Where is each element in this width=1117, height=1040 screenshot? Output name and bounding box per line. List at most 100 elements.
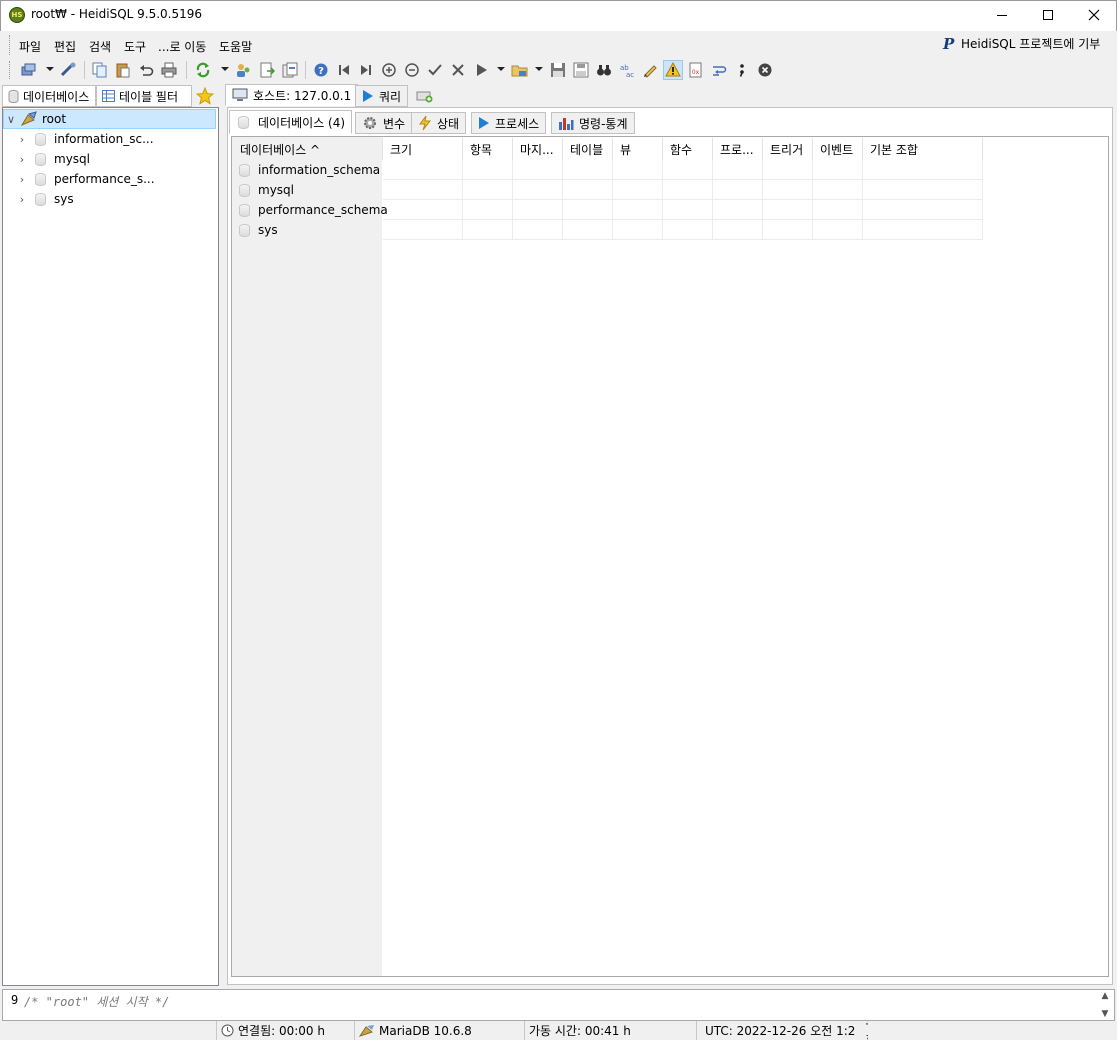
grid-cell[interactable] xyxy=(383,180,463,200)
grid-cell[interactable] xyxy=(563,220,613,240)
expand-chevron-icon[interactable]: › xyxy=(15,133,29,146)
replace-icon[interactable]: ab ac xyxy=(617,60,637,80)
new-query-tab-icon[interactable] xyxy=(415,86,435,106)
close-button[interactable] xyxy=(1071,0,1117,30)
grid-cell[interactable] xyxy=(763,180,813,200)
connect-dropdown-arrow[interactable] xyxy=(46,67,54,71)
print-icon[interactable] xyxy=(159,60,179,80)
run-dropdown-arrow[interactable] xyxy=(497,67,505,71)
grid-cell[interactable] xyxy=(813,200,863,220)
grid-cell[interactable] xyxy=(763,160,813,180)
refresh-icon[interactable] xyxy=(193,60,213,80)
grid-cell[interactable] xyxy=(383,200,463,220)
grid-cell[interactable] xyxy=(863,180,983,200)
tree-item-database[interactable]: › performance_s... xyxy=(15,169,155,189)
connect-icon[interactable] xyxy=(19,60,39,80)
grid-cell[interactable] xyxy=(613,180,663,200)
tab-table-filter[interactable]: 테이블 필터 xyxy=(96,85,192,107)
tab-databases[interactable]: 데이터베이스 (4) xyxy=(229,110,353,134)
last-record-icon[interactable] xyxy=(356,60,376,80)
grid-cell[interactable] xyxy=(383,220,463,240)
help-icon[interactable]: ? xyxy=(311,60,331,80)
database-tree[interactable] xyxy=(2,107,219,986)
column-header-items[interactable]: 항목 xyxy=(463,138,513,160)
grid-cell[interactable] xyxy=(663,200,713,220)
menu-search[interactable]: 검색 xyxy=(89,38,111,55)
grid-cell[interactable] xyxy=(813,160,863,180)
wrap-icon[interactable] xyxy=(709,60,729,80)
favorites-star-icon[interactable] xyxy=(195,86,215,106)
column-header-database[interactable]: 데이터베이스 ^ xyxy=(233,138,383,160)
grid-cell[interactable] xyxy=(463,200,513,220)
refresh-dropdown-arrow[interactable] xyxy=(221,67,229,71)
grid-row-database[interactable]: mysql xyxy=(233,180,294,200)
apply-icon[interactable] xyxy=(425,60,445,80)
grid-cell[interactable] xyxy=(463,220,513,240)
save-as-icon[interactable] xyxy=(571,60,591,80)
undo-icon[interactable] xyxy=(136,60,156,80)
expand-chevron-icon[interactable]: › xyxy=(15,193,29,206)
column-header-last-modified[interactable]: 마지... xyxy=(513,138,563,160)
tab-database-tree[interactable]: 데이터베이스 xyxy=(2,85,96,107)
grid-cell[interactable] xyxy=(763,200,813,220)
grid-cell[interactable] xyxy=(663,180,713,200)
tab-processes[interactable]: 프로세스 xyxy=(471,112,547,134)
menu-tools[interactable]: 도구 xyxy=(124,38,146,55)
user-manager-icon[interactable] xyxy=(233,60,253,80)
run-icon[interactable] xyxy=(472,60,492,80)
binoculars-icon[interactable] xyxy=(594,60,614,80)
grid-cell[interactable] xyxy=(813,220,863,240)
grid-cell[interactable] xyxy=(513,180,563,200)
grid-cell[interactable] xyxy=(513,160,563,180)
expand-chevron-icon[interactable]: › xyxy=(15,173,29,186)
column-header-views[interactable]: 뷰 xyxy=(613,138,663,160)
tree-item-database[interactable]: › mysql xyxy=(15,149,90,169)
grid-cell[interactable] xyxy=(513,220,563,240)
binary-icon[interactable]: 0x xyxy=(686,60,706,80)
expand-chevron-icon[interactable]: › xyxy=(15,153,29,166)
semicolon-icon[interactable] xyxy=(732,60,752,80)
grid-cell[interactable] xyxy=(563,180,613,200)
grid-cell[interactable] xyxy=(383,160,463,180)
menu-goto[interactable]: ...로 이동 xyxy=(158,38,206,55)
grid-row-database[interactable]: information_schema xyxy=(233,160,380,180)
grid-cell[interactable] xyxy=(563,160,613,180)
add-record-icon[interactable] xyxy=(379,60,399,80)
grid-cell[interactable] xyxy=(563,200,613,220)
tree-item-database[interactable]: › sys xyxy=(15,189,74,209)
grid-cell[interactable] xyxy=(613,160,663,180)
grid-cell[interactable] xyxy=(513,200,563,220)
edit-icon[interactable] xyxy=(640,60,660,80)
menu-edit[interactable]: 편집 xyxy=(54,38,76,55)
tab-variables[interactable]: 변수 xyxy=(355,112,413,134)
grid-cell[interactable] xyxy=(463,180,513,200)
scroll-down-icon[interactable]: ▼ xyxy=(1102,1009,1109,1019)
tree-item-root[interactable]: ∨ root xyxy=(3,109,216,129)
first-record-icon[interactable] xyxy=(334,60,354,80)
grid-cell[interactable] xyxy=(863,200,983,220)
grid-cell[interactable] xyxy=(713,200,763,220)
tab-command-stats[interactable]: 명령-통계 xyxy=(551,112,635,134)
warning-icon[interactable] xyxy=(663,60,683,80)
column-header-functions[interactable]: 함수 xyxy=(663,138,713,160)
cancel-icon[interactable] xyxy=(448,60,468,80)
minimize-button[interactable] xyxy=(979,0,1025,30)
save-icon[interactable] xyxy=(548,60,568,80)
grid-cell[interactable] xyxy=(863,160,983,180)
column-header-default-collation[interactable]: 기본 조합 xyxy=(863,138,983,160)
grid-cell[interactable] xyxy=(713,220,763,240)
disconnect-icon[interactable] xyxy=(58,60,78,80)
grid-cell[interactable] xyxy=(613,200,663,220)
grid-cell[interactable] xyxy=(713,180,763,200)
maximize-button[interactable] xyxy=(1025,0,1071,30)
grid-cell[interactable] xyxy=(713,160,763,180)
tab-query[interactable]: 쿼리 xyxy=(355,85,409,107)
column-header-tables[interactable]: 테이블 xyxy=(563,138,613,160)
log-scrollbar[interactable]: ▲ ▼ xyxy=(1098,991,1112,1019)
tab-status[interactable]: 상태 xyxy=(411,112,467,134)
grid-cell[interactable] xyxy=(613,220,663,240)
import-icon[interactable] xyxy=(280,60,300,80)
column-header-triggers[interactable]: 트리거 xyxy=(763,138,813,160)
grid-cell[interactable] xyxy=(763,220,813,240)
grid-cell[interactable] xyxy=(463,160,513,180)
